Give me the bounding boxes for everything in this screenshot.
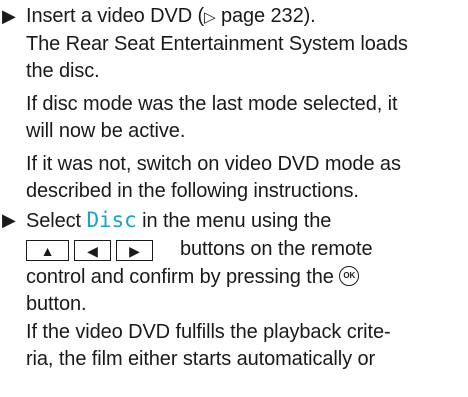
bullet-icon: ▶ [2, 6, 16, 26]
manual-page: ▶ Insert a video DVD (▷ page 232). The R… [0, 0, 468, 397]
step1-line3: the disc. [26, 60, 100, 82]
step2-line4: button. [26, 293, 87, 315]
page-reference[interactable]: page 232 [221, 5, 304, 27]
left-arrow-button: ◀ [74, 240, 111, 261]
para1-line1: If disc mode was the last mode selected,… [26, 93, 398, 115]
para2-line2: described in the following instructions. [26, 180, 359, 202]
disc-menu-item: Disc [86, 208, 137, 232]
step2-line5: If the video DVD fulfills the playback c… [26, 321, 391, 343]
bullet-icon: ▶ [2, 210, 16, 230]
step1-line2: The Rear Seat Entertainment System loads [26, 33, 408, 55]
para1-line2: will now be active. [26, 120, 186, 142]
remote-buttons: ▲ ◀ ▶ [26, 240, 158, 261]
up-arrow-button: ▲ [26, 240, 69, 261]
step2-line6: ria, the film either starts automaticall… [26, 348, 376, 370]
left-arrow-icon: ◀ [87, 242, 98, 259]
select-word: Select [26, 210, 81, 232]
step1-text: Insert a video DVD ( [26, 5, 205, 27]
ok-button-icon: OK [339, 265, 360, 286]
confirm-text: control and confirm by pressing the [26, 266, 334, 288]
in-menu-text: in the menu using the [142, 210, 332, 232]
step2-line3: control and confirm by pressing the OK [26, 265, 360, 289]
step2-line2: buttons on the remote [180, 238, 373, 260]
step1-suffix: ). [303, 5, 316, 27]
step1-line1: Insert a video DVD (▷ page 232). [26, 4, 316, 30]
para2-line1: If it was not, switch on video DVD mode … [26, 153, 401, 175]
step2-line1: Select Disc in the menu using the [26, 208, 331, 233]
page-arrow-icon: ▷ [204, 9, 216, 26]
right-arrow-icon: ▶ [129, 242, 140, 259]
right-arrow-button: ▶ [116, 240, 153, 261]
up-arrow-icon: ▲ [40, 242, 55, 259]
